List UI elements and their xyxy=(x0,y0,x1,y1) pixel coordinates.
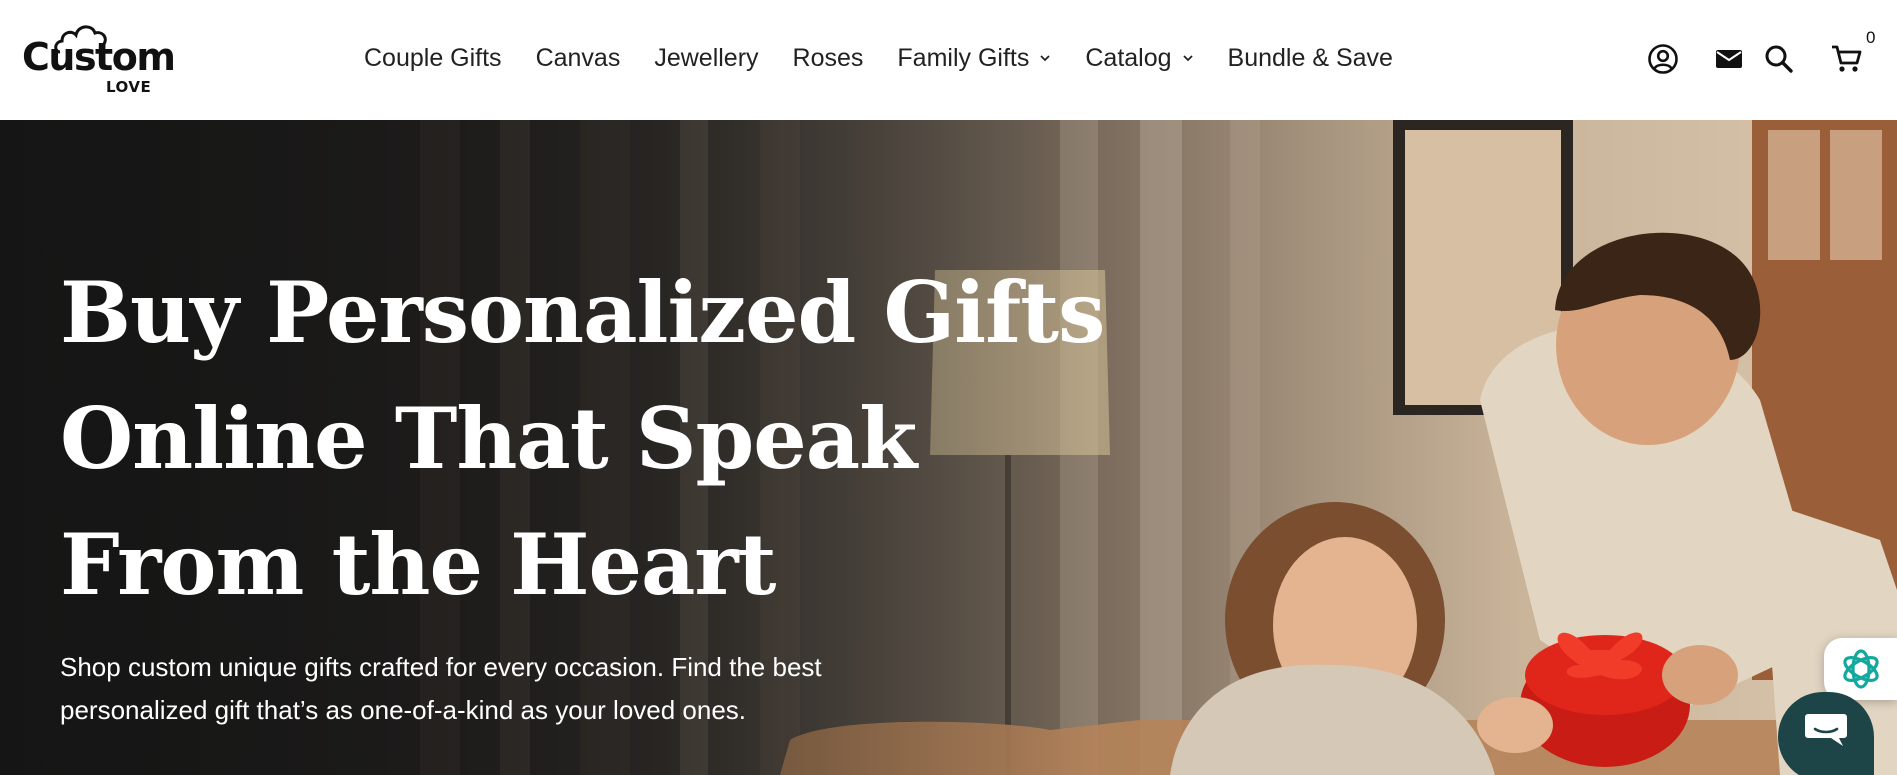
mail-button[interactable] xyxy=(1712,42,1746,76)
ai-assistant-icon xyxy=(1842,649,1879,689)
nav-couple-gifts[interactable]: Couple Gifts xyxy=(364,44,502,73)
nav-label: Couple Gifts xyxy=(364,43,502,72)
cart-count-badge: 0 xyxy=(1866,28,1876,47)
nav-catalog[interactable]: Catalog xyxy=(1085,44,1193,73)
site-header: Custom LOVE Couple Gifts Canvas Jeweller… xyxy=(0,0,1897,120)
search-icon xyxy=(1765,45,1793,73)
hero-title-line: Online That Speak xyxy=(60,389,917,488)
nav-jewellery[interactable]: Jewellery xyxy=(654,44,758,73)
cart-button[interactable] xyxy=(1830,42,1864,76)
logo-subtext: LOVE xyxy=(106,78,152,96)
nav-label: Canvas xyxy=(535,43,621,72)
nav-family-gifts[interactable]: Family Gifts xyxy=(897,44,1051,73)
hero-title-line: Buy Personalized Gifts xyxy=(60,263,1105,362)
chat-button[interactable] xyxy=(1778,692,1874,775)
hero-subtitle: Shop custom unique gifts crafted for eve… xyxy=(60,646,960,732)
logo[interactable]: Custom LOVE xyxy=(22,20,182,100)
nav-label: Roses xyxy=(792,43,864,72)
account-icon xyxy=(1648,44,1678,74)
cart-icon xyxy=(1832,45,1862,72)
mail-icon xyxy=(1716,50,1742,68)
ai-assistant-button[interactable] xyxy=(1824,638,1897,700)
account-button[interactable] xyxy=(1646,42,1680,76)
chat-icon xyxy=(1805,714,1847,746)
nav-label: Family Gifts xyxy=(897,43,1030,72)
nav-canvas[interactable]: Canvas xyxy=(536,44,621,73)
nav-label: Jewellery xyxy=(654,43,759,72)
nav-label: Bundle & Save xyxy=(1227,43,1393,72)
main-nav: Couple Gifts Canvas Jewellery Roses Fami… xyxy=(364,40,1427,76)
logo-text: Custom xyxy=(22,35,176,79)
nav-label: Catalog xyxy=(1085,43,1172,72)
chevron-down-icon xyxy=(1182,55,1193,62)
hero-subtitle-line: personalized gift that’s as one-of-a-kin… xyxy=(60,695,747,725)
chevron-down-icon xyxy=(1040,55,1050,62)
hero-title: Buy Personalized Gifts Online That Speak… xyxy=(60,250,1105,628)
nav-bundle-save[interactable]: Bundle & Save xyxy=(1228,44,1393,73)
search-button[interactable] xyxy=(1762,42,1796,76)
hero-title-line: From the Heart xyxy=(60,515,776,614)
hero-banner: Buy Personalized Gifts Online That Speak… xyxy=(0,120,1897,775)
nav-roses[interactable]: Roses xyxy=(793,44,864,73)
hero-subtitle-line: Shop custom unique gifts crafted for eve… xyxy=(60,652,822,682)
